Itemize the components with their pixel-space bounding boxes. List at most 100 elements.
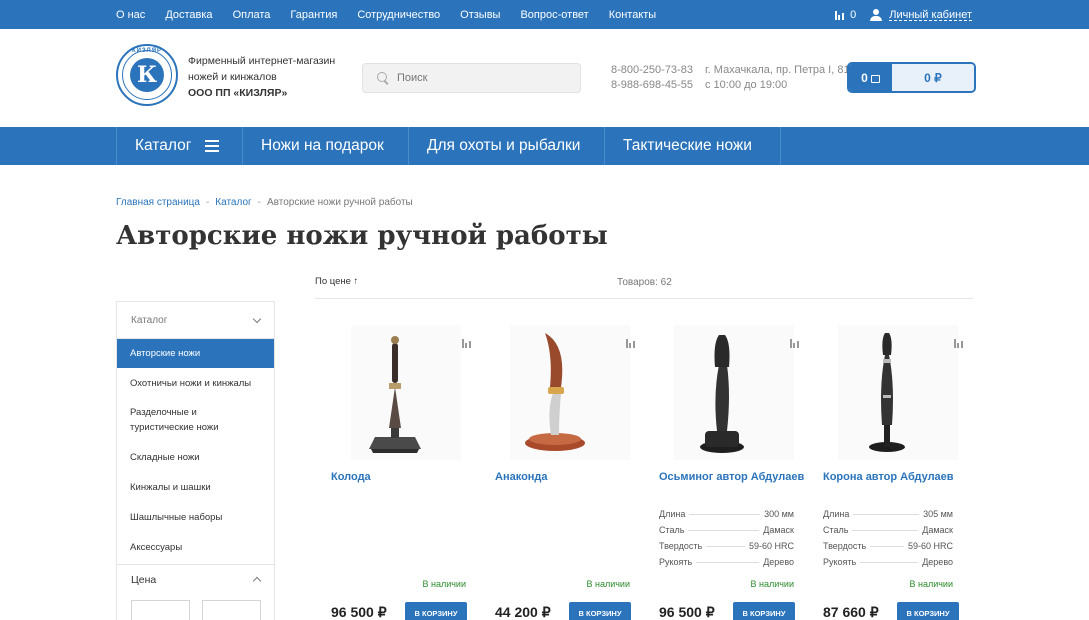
sidebar-head-label: Каталог [131, 314, 168, 326]
product-image[interactable] [495, 325, 645, 460]
tagline: Фирменный интернет-магазин ножей и кинжа… [188, 53, 335, 101]
product-card: Корона автор Абдулаев Длина 305 мм Сталь Д… [823, 325, 973, 620]
top-link-warranty[interactable]: Гарантия [290, 9, 337, 21]
sidebar-item-cutting[interactable]: Разделочные и туристические ножи [117, 398, 274, 442]
top-link-delivery[interactable]: Доставка [165, 9, 212, 21]
sidebar-catalog-toggle[interactable]: Каталог [117, 302, 274, 339]
phone-2[interactable]: 8-988-698-45-55 [611, 78, 693, 93]
address: г. Махачкала, пр. Петра I, 81 [705, 64, 850, 76]
tagline-line2: ножей и кинжалов [188, 71, 277, 83]
phones: 8-800-250-73-83 8-988-698-45-55 [611, 63, 693, 93]
sidebar-item-hunting[interactable]: Охотничьи ножи и кинжалы [117, 368, 274, 398]
price-from-input[interactable] [131, 600, 190, 620]
product-card: Колода В наличии 96 500 ₽ В корзину [331, 325, 481, 620]
top-link-cooperation[interactable]: Сотрудничество [357, 9, 440, 21]
menu-icon [205, 140, 220, 152]
top-link-faq[interactable]: Вопрос-ответ [520, 9, 588, 21]
price-range [117, 594, 274, 620]
spec-row: Твердость 59-60 HRC [659, 541, 794, 551]
logo[interactable]: КИЗЛЯР К [116, 44, 178, 106]
nav-gift-knives[interactable]: Ножи на подарок [243, 127, 409, 165]
product-image[interactable] [331, 325, 481, 460]
sidebar-item-label: Авторские ножи [130, 348, 201, 359]
top-link-about[interactable]: О нас [116, 9, 145, 21]
spec-row: Длина 305 мм [823, 509, 953, 519]
cabinet-link[interactable]: Личный кабинет [889, 9, 972, 21]
compare-icon[interactable] [953, 335, 970, 353]
sidebar-item-author-knives[interactable]: Авторские ножи [117, 339, 274, 368]
top-nav: О нас Доставка Оплата Гарантия Сотруднич… [116, 0, 676, 29]
breadcrumb-current: Авторские ножи ручной работы [267, 197, 413, 208]
sort-by-price[interactable]: По цене ↑ [315, 276, 358, 287]
nav-tactical[interactable]: Тактические ножи [605, 127, 781, 165]
breadcrumb: Главная страница - Каталог - Авторские ножи … [116, 197, 413, 208]
compare-icon[interactable] [461, 335, 478, 353]
address-block: г. Махачкала, пр. Петра I, 81 с 10:00 до… [705, 63, 850, 93]
nav-catalog[interactable]: Каталог [116, 127, 243, 165]
products-count: Товаров: 62 [617, 277, 672, 288]
compare-icon[interactable] [789, 335, 806, 353]
price-to-input[interactable] [202, 600, 261, 620]
sidebar-item-folding[interactable]: Складные ножи [117, 442, 274, 472]
compare-count: 0 [850, 8, 857, 21]
top-link-payment[interactable]: Оплата [233, 9, 271, 21]
product-name[interactable]: Колода [331, 470, 481, 485]
top-link-reviews[interactable]: Отзывы [460, 9, 500, 21]
stock-status: В наличии [422, 579, 466, 589]
product-name[interactable]: Корона автор Абдулаев [823, 470, 973, 485]
nav-catalog-label: Каталог [135, 137, 192, 154]
top-link-contacts[interactable]: Контакты [609, 9, 657, 21]
product-price: 87 660 ₽ [823, 604, 879, 620]
nav-hunting-fishing[interactable]: Для охоты и рыбалки [409, 127, 605, 165]
add-to-cart-button[interactable]: В корзину [733, 602, 795, 620]
compare-icon[interactable] [625, 335, 642, 353]
breadcrumb-catalog[interactable]: Каталог [215, 197, 251, 208]
sidebar-item-label: Кинжалы и шашки [130, 481, 211, 493]
add-to-cart-button[interactable]: В корзину [897, 602, 959, 620]
sidebar-item-daggers[interactable]: Кинжалы и шашки [117, 472, 274, 502]
spec-row: Длина 300 мм [659, 509, 794, 519]
chevron-down-icon [252, 314, 262, 323]
price-filter-label: Цена [131, 573, 157, 586]
cart-button[interactable]: 0 0 ₽ [847, 62, 976, 93]
cart-count: 0 [861, 70, 868, 85]
sidebar-item-label: Складные ножи [130, 451, 200, 463]
product-name[interactable]: Анаконда [495, 470, 645, 485]
top-right: 0 Личный кабинет [834, 0, 972, 29]
bag-icon [870, 74, 880, 83]
product-name[interactable]: Осьминог автор Абдулаев [659, 470, 809, 485]
sidebar-item-bbq[interactable]: Шашлычные наборы [117, 502, 274, 532]
compare-link[interactable]: 0 [834, 8, 857, 21]
product-image[interactable] [659, 325, 809, 460]
cart-sum: 0 ₽ [892, 64, 974, 91]
stock-status: В наличии [586, 579, 630, 589]
product-price: 44 200 ₽ [495, 604, 551, 620]
logo-ring-text: КИЗЛЯР [131, 48, 163, 54]
logo-letter: К [130, 58, 164, 92]
work-hours: с 10:00 до 19:00 [705, 79, 788, 91]
sidebar: Каталог Авторские ножи Охотничьи ножи и … [116, 301, 275, 620]
stock-status: В наличии [909, 579, 953, 589]
price-filter-toggle[interactable]: Цена [117, 564, 274, 594]
spec-row: Рукоять Дерево [659, 557, 794, 567]
add-to-cart-button[interactable]: В корзину [569, 602, 631, 620]
product-card: Осьминог автор Абдулаев Длина 300 мм Стал… [659, 325, 809, 620]
nav-hunting-fishing-label: Для охоты и рыбалки [427, 137, 581, 154]
spec-row: Сталь Дамаск [823, 525, 953, 535]
search-box[interactable] [362, 63, 581, 93]
stock-status: В наличии [750, 579, 794, 589]
user-icon [870, 8, 883, 21]
spec-row: Рукоять Дерево [823, 557, 953, 567]
product-image[interactable] [823, 325, 973, 460]
phone-1[interactable]: 8-800-250-73-83 [611, 63, 693, 78]
tagline-line1: Фирменный интернет-магазин [188, 55, 336, 67]
product-card: Анаконда В наличии 44 200 ₽ В корзину [495, 325, 645, 620]
cart-count-box: 0 [849, 64, 892, 91]
nav-tactical-label: Тактические ножи [623, 137, 752, 154]
breadcrumb-home[interactable]: Главная страница [116, 197, 200, 208]
add-to-cart-button[interactable]: В корзину [405, 602, 467, 620]
search-input[interactable] [397, 72, 567, 84]
nav-gift-knives-label: Ножи на подарок [261, 137, 384, 154]
sidebar-item-label: Разделочные и туристические ножи [130, 407, 219, 433]
sidebar-item-accessories[interactable]: Аксессуары [117, 532, 274, 562]
